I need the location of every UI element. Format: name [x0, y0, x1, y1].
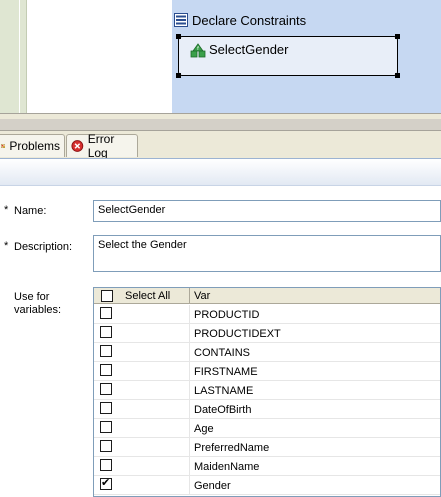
- row-checkbox[interactable]: [100, 459, 112, 471]
- diagram-canvas[interactable]: Declare Constraints f SelectGender: [0, 0, 441, 113]
- tab-problems[interactable]: Problems: [0, 134, 65, 157]
- row-variable-name: DateOfBirth: [194, 404, 252, 416]
- description-label: Description:: [14, 241, 73, 253]
- swimlane-left[interactable]: [0, 0, 27, 113]
- row-checkbox-cell: [94, 438, 190, 457]
- row-variable-name: Age: [194, 423, 214, 435]
- view-tab-strip: Problems Error Log: [0, 131, 441, 160]
- tab-error-log-label: Error Log: [87, 132, 115, 160]
- description-input[interactable]: Select the Gender: [93, 235, 441, 272]
- table-row[interactable]: PreferredName: [94, 438, 440, 457]
- table-row[interactable]: Gender: [94, 476, 440, 495]
- problems-icon: [1, 143, 6, 149]
- declare-constraints-title: Declare Constraints: [192, 12, 307, 28]
- row-checkbox[interactable]: [100, 440, 112, 452]
- resize-handle-ne[interactable]: [395, 34, 400, 39]
- row-checkbox[interactable]: [100, 421, 112, 433]
- name-input[interactable]: SelectGender: [93, 200, 441, 222]
- row-checkbox[interactable]: [100, 364, 112, 376]
- name-label: Name:: [14, 205, 47, 217]
- var-column-header[interactable]: Var: [191, 288, 210, 304]
- row-variable-name: Gender: [194, 480, 231, 492]
- row-checkbox-cell: [94, 362, 190, 381]
- variables-table-header: Select All Var: [94, 288, 440, 304]
- select-all-checkbox[interactable]: [101, 290, 113, 302]
- use-for-label: Use for: [14, 291, 50, 303]
- row-checkbox[interactable]: [100, 402, 112, 414]
- row-variable-name: PRODUCTID: [194, 309, 260, 321]
- declare-constraints-header: Declare Constraints: [172, 10, 441, 30]
- row-checkbox[interactable]: [100, 345, 112, 357]
- constraint-rule-icon: f: [190, 43, 206, 58]
- resize-handle-se[interactable]: [395, 73, 400, 78]
- svg-text:f: f: [197, 46, 199, 52]
- table-row[interactable]: MaidenName: [94, 457, 440, 476]
- row-checkbox-cell: [94, 400, 190, 419]
- constraints-icon: [174, 13, 188, 27]
- row-checkbox-cell: [94, 305, 190, 324]
- error-log-icon: [71, 140, 84, 152]
- select-all-column-header[interactable]: Select All: [94, 288, 190, 304]
- row-checkbox[interactable]: [100, 476, 112, 490]
- row-variable-name: PRODUCTIDEXT: [194, 328, 281, 340]
- form-title-bar: [0, 158, 441, 186]
- table-row[interactable]: FIRSTNAME: [94, 362, 440, 381]
- row-variable-name: LASTNAME: [194, 385, 254, 397]
- row-checkbox-cell: [94, 457, 190, 476]
- row-checkbox[interactable]: [100, 383, 112, 395]
- row-checkbox[interactable]: [100, 326, 112, 338]
- table-row[interactable]: DateOfBirth: [94, 400, 440, 419]
- row-variable-name: CONTAINS: [194, 347, 251, 359]
- row-checkbox-cell: [94, 476, 190, 495]
- swimlane-inner-border: [0, 0, 20, 113]
- view-toolbar-bar: [0, 119, 441, 131]
- row-checkbox-cell: [94, 381, 190, 400]
- tab-problems-label: Problems: [9, 139, 60, 153]
- constraint-node-selectgender[interactable]: f SelectGender: [176, 34, 400, 78]
- table-row[interactable]: PRODUCTID: [94, 305, 440, 324]
- var-column-label: Var: [194, 290, 211, 302]
- table-row[interactable]: PRODUCTIDEXT: [94, 324, 440, 343]
- constraint-node-label: SelectGender: [209, 42, 289, 57]
- resize-handle-nw[interactable]: [176, 34, 181, 39]
- table-row[interactable]: LASTNAME: [94, 381, 440, 400]
- row-checkbox-cell: [94, 343, 190, 362]
- table-row[interactable]: CONTAINS: [94, 343, 440, 362]
- select-all-label: Select All: [125, 290, 171, 302]
- row-checkbox[interactable]: [100, 307, 112, 319]
- row-checkbox-cell: [94, 324, 190, 343]
- tab-error-log[interactable]: Error Log: [66, 132, 138, 160]
- row-variable-name: PreferredName: [194, 442, 270, 454]
- description-required-marker: *: [4, 240, 9, 252]
- resize-handle-sw[interactable]: [176, 73, 181, 78]
- row-variable-name: FIRSTNAME: [194, 366, 258, 378]
- variables-table: Select All Var PRODUCTID PRODUCTIDEXT CONT…: [93, 287, 441, 497]
- row-variable-name: MaidenName: [194, 461, 260, 473]
- table-row[interactable]: Age: [94, 419, 440, 438]
- constraint-properties-form: * Name: SelectGender * Description: Sele…: [0, 158, 441, 497]
- name-required-marker: *: [4, 204, 9, 216]
- declare-constraints-panel[interactable]: Declare Constraints f SelectGender: [172, 0, 441, 113]
- row-checkbox-cell: [94, 419, 190, 438]
- variables-label: variables:: [14, 304, 62, 316]
